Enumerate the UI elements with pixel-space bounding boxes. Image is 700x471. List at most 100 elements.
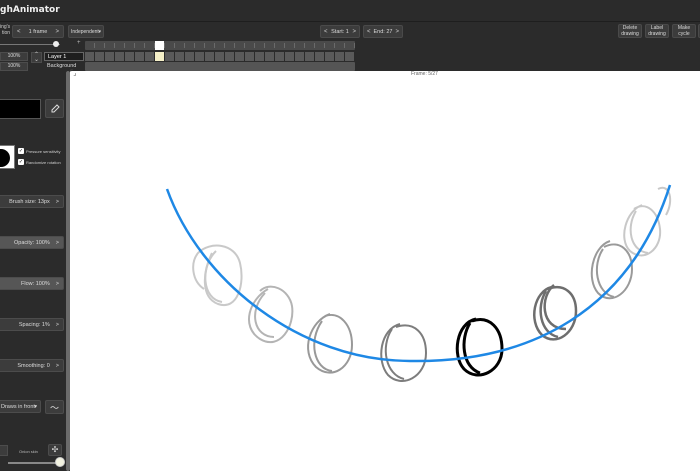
frame-cell[interactable] bbox=[85, 52, 94, 61]
frame-cell[interactable] bbox=[135, 52, 144, 61]
randomize-rotation-toggle[interactable]: ✓ Randomize rotation bbox=[18, 159, 61, 165]
frame-tick bbox=[354, 43, 355, 48]
frame-tick bbox=[314, 43, 315, 48]
color-swatch[interactable] bbox=[0, 99, 41, 119]
frame-cell[interactable] bbox=[125, 52, 134, 61]
zoom-field-bottom[interactable]: 100% bbox=[0, 62, 28, 71]
frame-cell[interactable] bbox=[245, 52, 254, 61]
frame-cell[interactable] bbox=[155, 52, 164, 61]
playhead-knob[interactable] bbox=[53, 41, 59, 47]
opacity-label: Opacity: 100% bbox=[14, 239, 50, 246]
frame-tick bbox=[334, 43, 335, 48]
wave-stroke-icon: 〜 bbox=[49, 402, 59, 413]
frame-cell[interactable] bbox=[225, 52, 234, 61]
make-cycle-button[interactable]: Make cycle bbox=[672, 24, 696, 38]
frame-cell[interactable] bbox=[305, 52, 314, 61]
eyedropper-button[interactable] bbox=[45, 99, 64, 118]
checkbox[interactable]: ✓ bbox=[18, 159, 24, 165]
frame-cell[interactable] bbox=[335, 52, 344, 61]
end-prev-button[interactable]: < bbox=[367, 29, 371, 35]
frame-cell[interactable] bbox=[185, 52, 194, 61]
frame-cell[interactable] bbox=[115, 52, 124, 61]
frames-next-button[interactable]: > bbox=[55, 29, 59, 35]
end-next-button[interactable]: > bbox=[395, 29, 399, 35]
label-drawing-button[interactable]: Label drawing bbox=[645, 24, 669, 38]
title-bar: ghAnimator bbox=[0, 0, 700, 22]
eyedropper-icon bbox=[51, 103, 60, 112]
frame-tick bbox=[344, 43, 345, 48]
frame-cell[interactable] bbox=[165, 52, 174, 61]
checkbox[interactable]: ✓ bbox=[18, 148, 24, 154]
frame-cell[interactable] bbox=[325, 52, 334, 61]
flow-label: Flow: 100% bbox=[21, 280, 50, 287]
scrollbar-thumb[interactable] bbox=[66, 71, 70, 471]
frame-tick bbox=[284, 43, 285, 48]
chevron-right-icon: > bbox=[55, 362, 59, 369]
frames-prev-button[interactable]: < bbox=[17, 29, 21, 35]
frame-cell[interactable] bbox=[255, 52, 264, 61]
zoom-field-top[interactable]: 100% bbox=[0, 52, 28, 61]
onion-skin-slider-track[interactable] bbox=[8, 462, 60, 464]
frame-cell[interactable] bbox=[105, 52, 114, 61]
frame-cell[interactable] bbox=[215, 52, 224, 61]
playhead-track[interactable] bbox=[0, 44, 60, 45]
start-stepper[interactable]: < Start: 1 > bbox=[320, 25, 360, 38]
move-tool-button[interactable]: ✣ bbox=[48, 444, 62, 456]
layer-row-2[interactable]: Background bbox=[44, 62, 84, 71]
frame-cell[interactable] bbox=[275, 52, 284, 61]
end-stepper[interactable]: < End: 27 > bbox=[363, 25, 403, 38]
spacing-control[interactable]: Spacing: 1% > bbox=[0, 318, 64, 331]
frame-tick bbox=[254, 43, 255, 48]
frame-cell[interactable] bbox=[205, 52, 214, 61]
brush-size-label: Brush size: 13px bbox=[9, 198, 50, 205]
frame-cell[interactable] bbox=[175, 52, 184, 61]
frame-cell[interactable] bbox=[145, 52, 154, 61]
frame-tick bbox=[294, 43, 295, 48]
start-prev-button[interactable]: < bbox=[324, 29, 328, 35]
draws-mode-dropdown[interactable]: Draws in front ▾ bbox=[0, 400, 41, 413]
layer-name: Layer 1 bbox=[48, 54, 67, 60]
frame-tick bbox=[164, 43, 165, 48]
add-frame-icon[interactable]: + bbox=[77, 40, 81, 46]
frame-cell[interactable] bbox=[95, 52, 104, 61]
onion-skin-stroke-7 bbox=[623, 186, 672, 257]
frame-tick bbox=[264, 43, 265, 48]
end-value: End: 27 bbox=[373, 28, 393, 35]
frames-stepper[interactable]: < 1 frame > bbox=[12, 25, 64, 38]
timeline-empty-area bbox=[356, 40, 700, 71]
checkbox-label: Randomize rotation bbox=[26, 159, 61, 165]
frame-cell[interactable] bbox=[235, 52, 244, 61]
sidebar-scrollbar[interactable] bbox=[66, 71, 70, 471]
frame-cell[interactable] bbox=[285, 52, 294, 61]
drawing-canvas[interactable]: ⌜⌟ Frame: 5/27 bbox=[70, 70, 700, 471]
frame-tick bbox=[124, 43, 125, 48]
chevron-down-icon: ▾ bbox=[98, 28, 101, 35]
onion-skin-slider-knob[interactable] bbox=[55, 457, 65, 467]
frames-value: 1 frame bbox=[28, 28, 48, 35]
onion-skin-stroke-5 bbox=[533, 284, 578, 341]
frame-row-background[interactable] bbox=[85, 62, 355, 71]
frame-ruler[interactable] bbox=[85, 41, 355, 50]
layer-row-1[interactable]: Layer 1 bbox=[44, 52, 84, 61]
start-next-button[interactable]: > bbox=[352, 29, 356, 35]
brush-size-control[interactable]: Brush size: 13px > bbox=[0, 195, 64, 208]
opacity-control[interactable]: Opacity: 100% > bbox=[0, 236, 64, 249]
current-frame-highlight[interactable] bbox=[155, 41, 164, 50]
mode-dropdown[interactable]: Independent ▾ bbox=[68, 25, 104, 38]
flow-control[interactable]: Flow: 100% > bbox=[0, 277, 64, 290]
onion-skin-prev-button[interactable] bbox=[0, 445, 8, 456]
delete-drawing-button[interactable]: Delete drawing bbox=[618, 24, 642, 38]
frame-cell[interactable] bbox=[315, 52, 324, 61]
stroke-style-button[interactable]: 〜 bbox=[45, 400, 64, 414]
sort-updown-icon[interactable]: ⌃ ⌄ bbox=[31, 52, 42, 63]
frame-tick bbox=[204, 43, 205, 48]
frame-tick bbox=[224, 43, 225, 48]
pressure-sensitivity-toggle[interactable]: ✓ Pressure sensitivity bbox=[18, 148, 60, 154]
frame-cell[interactable] bbox=[345, 52, 354, 61]
frame-cell[interactable] bbox=[195, 52, 204, 61]
frame-cell[interactable] bbox=[265, 52, 274, 61]
smoothing-control[interactable]: Smoothing: 0 > bbox=[0, 359, 64, 372]
drawing-svg[interactable] bbox=[70, 71, 700, 471]
frame-cell[interactable] bbox=[295, 52, 304, 61]
frame-row-layer1[interactable] bbox=[85, 52, 355, 61]
